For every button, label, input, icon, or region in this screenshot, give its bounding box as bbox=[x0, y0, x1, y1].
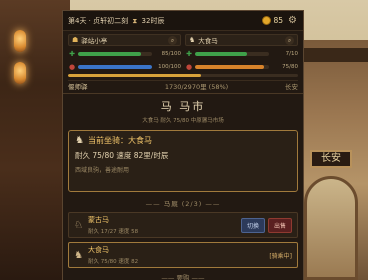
current-mount-heading: 当前坐骑：大食马 bbox=[87, 136, 152, 145]
horse-icon: ♞ bbox=[189, 36, 196, 44]
gate-arch bbox=[304, 176, 358, 280]
day-label: 第4天 · 贞轩初二刻 bbox=[68, 16, 129, 25]
market-header: 马 马市 大食马 耐久 75/80 中原骡马市场 bbox=[63, 98, 303, 124]
main-panel: 第4天 · 贞轩初二刻 ⧗ 32时辰 85 ⚙ ☗ 驿站小亭 ⌕ ♞ 大食马 ⌕… bbox=[62, 10, 304, 280]
buy-section-title: —— 要购 —— bbox=[161, 274, 205, 280]
destination: 长安 bbox=[285, 83, 298, 91]
sell-button[interactable]: 出售 bbox=[267, 217, 292, 233]
horse-icon: ♞ bbox=[74, 249, 83, 261]
horse-hp-bar-fill bbox=[195, 64, 265, 69]
stamina-bar: ✚ 7/10 bbox=[185, 48, 298, 59]
search-icon[interactable]: ⌕ bbox=[168, 35, 177, 45]
travel-row: 偃师驿 1730/2970里 (58%) 长安 bbox=[68, 80, 298, 91]
gate-roof bbox=[300, 48, 368, 62]
horse-hp-bar: ● 75/80 bbox=[185, 61, 298, 72]
mount-status[interactable]: ♞ 大食马 ⌕ bbox=[185, 34, 298, 46]
status-bar: 第4天 · 贞轩初二刻 ⧗ 32时辰 85 ⚙ bbox=[63, 11, 303, 31]
horse-icon: ♘ bbox=[74, 219, 83, 231]
horse-icon: ♞ bbox=[75, 135, 84, 146]
energy-value: 100/100 bbox=[158, 63, 181, 70]
switch-button[interactable]: 切换 bbox=[240, 217, 265, 233]
travel-progress-bar bbox=[68, 74, 298, 77]
horse-name: 蒙古马 bbox=[87, 216, 109, 224]
current-mount-stats: 耐久 75/80 速度 82里/时辰 bbox=[75, 151, 169, 160]
left-building bbox=[0, 0, 70, 280]
lantern-icon bbox=[14, 30, 26, 52]
travel-progress-fill bbox=[68, 74, 202, 77]
market-subtitle: 大食马 耐久 75/80 中原骡马市场 bbox=[142, 118, 224, 124]
energy-icon: ● bbox=[68, 62, 76, 71]
horse-name: 大食马 bbox=[87, 246, 109, 254]
travel-progress: 1730/2970里 (58%) bbox=[164, 83, 229, 91]
current-mount-origin: 西域良驹，善途耐用 bbox=[75, 167, 130, 174]
horse-hp-value: 75/80 bbox=[282, 63, 298, 70]
hp-bar: ✚ 85/100 bbox=[68, 48, 181, 59]
horse-stats: 耐久 75/80 速度 82 bbox=[87, 259, 139, 265]
day-info: 第4天 · 贞轩初二刻 ⧗ 32时辰 bbox=[68, 16, 262, 26]
mount-name: 大食马 bbox=[198, 37, 218, 45]
current-location: 偃师驿 bbox=[68, 83, 88, 91]
stable-title: —— 马厩 (2/3) —— bbox=[145, 200, 221, 208]
coin-icon bbox=[262, 16, 272, 25]
horse-hp-icon: ● bbox=[185, 62, 193, 71]
stats-section: ☗ 驿站小亭 ⌕ ♞ 大食马 ⌕ ✚ 85/100 ✚ 7/10 ● 100/1… bbox=[63, 31, 303, 91]
current-mount-card: ♞ 当前坐骑：大食马 耐久 75/80 速度 82里/时辰 西域良驹，善途耐用 bbox=[68, 130, 298, 192]
turn-label: 32时辰 bbox=[141, 16, 165, 25]
traveler-name: 驿站小亭 bbox=[81, 37, 108, 45]
gear-icon[interactable]: ⚙ bbox=[287, 15, 298, 26]
riding-tag: [骑乘中] bbox=[269, 252, 292, 260]
person-icon: ☗ bbox=[72, 36, 79, 44]
energy-bar: ● 100/100 bbox=[68, 61, 181, 72]
lantern-icon bbox=[14, 62, 26, 84]
divider bbox=[63, 93, 303, 94]
gold-count: 85 bbox=[273, 16, 283, 25]
energy-bar-fill bbox=[78, 64, 152, 69]
search-icon[interactable]: ⌕ bbox=[285, 35, 294, 45]
hourglass-icon: ⧗ bbox=[132, 16, 138, 25]
gate-sign: 长安 bbox=[310, 150, 352, 168]
traveler-status[interactable]: ☗ 驿站小亭 ⌕ bbox=[68, 34, 181, 46]
stamina-value: 7/10 bbox=[285, 50, 298, 57]
hp-icon: ✚ bbox=[69, 49, 75, 58]
horse-stats: 耐久 17/27 速度 58 bbox=[87, 229, 139, 235]
market-title: 马 马市 bbox=[160, 100, 206, 113]
hp-bar-fill bbox=[78, 51, 141, 56]
stamina-icon: ✚ bbox=[186, 49, 192, 58]
stable-item[interactable]: ♘ 蒙古马 耐久 17/27 速度 58 切换 出售 bbox=[68, 212, 298, 238]
stable-item[interactable]: ♞ 大食马 耐久 75/80 速度 82 [骑乘中] bbox=[68, 242, 298, 268]
hp-value: 85/100 bbox=[161, 50, 181, 57]
stamina-bar-fill bbox=[195, 51, 247, 56]
